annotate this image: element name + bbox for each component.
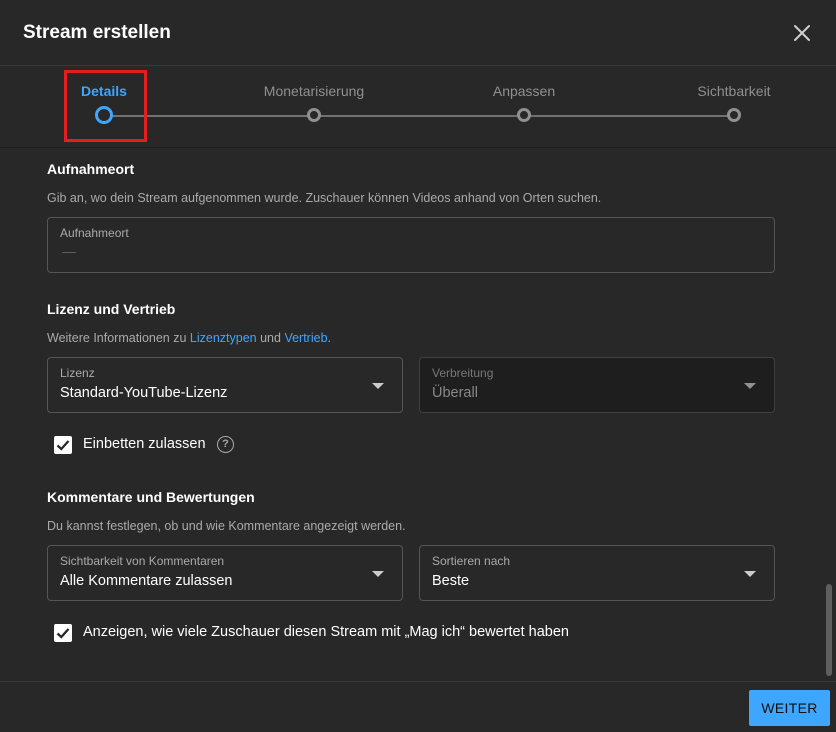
location-section-description: Gib an, wo dein Stream aufgenommen wurde… xyxy=(47,191,602,205)
license-select-label: Lizenz xyxy=(60,366,95,380)
step-label-monetization: Monetarisierung xyxy=(263,83,365,99)
step-monetization[interactable]: Monetarisierung xyxy=(234,66,394,136)
next-button[interactable]: WEITER xyxy=(749,690,830,726)
sort-by-label: Sortieren nach xyxy=(432,554,511,568)
comments-section-title: Kommentare und Bewertungen xyxy=(47,489,255,505)
stepper-line xyxy=(104,115,734,117)
dialog-title: Stream erstellen xyxy=(23,22,171,43)
distribution-select-label: Verbreitung xyxy=(432,366,494,380)
comment-visibility-select[interactable]: Sichtbarkeit von Kommentaren Alle Kommen… xyxy=(47,545,403,601)
caret-down-icon xyxy=(744,571,756,577)
close-button[interactable] xyxy=(790,21,814,45)
step-dot-customize xyxy=(517,108,531,122)
close-icon xyxy=(794,25,810,41)
step-customize[interactable]: Anpassen xyxy=(444,66,604,136)
embed-checkbox-label: Einbetten zulassen xyxy=(83,436,206,452)
distribution-link[interactable]: Vertrieb xyxy=(284,331,327,345)
caret-down-icon xyxy=(372,571,384,577)
progress-stepper: Details Monetarisierung Anpassen Sichtba… xyxy=(0,66,836,148)
step-label-visibility: Sichtbarkeit xyxy=(697,83,771,99)
show-likes-checkbox-label: Anzeigen, wie viele Zuschauer diesen Str… xyxy=(83,624,569,640)
comments-section-description: Du kannst festlegen, ob und wie Kommenta… xyxy=(47,519,406,533)
content-scrollbar[interactable] xyxy=(826,584,832,676)
license-select-value: Standard-YouTube-Lizenz xyxy=(60,385,228,401)
embed-checkbox[interactable] xyxy=(54,436,72,454)
comment-visibility-value: Alle Kommentare zulassen xyxy=(60,573,233,589)
step-visibility[interactable]: Sichtbarkeit xyxy=(654,66,814,136)
dialog-footer: WEITER xyxy=(0,681,836,732)
license-types-link[interactable]: Lizenztypen xyxy=(190,331,257,345)
step-dot-monetization xyxy=(307,108,321,122)
location-input[interactable]: Aufnahmeort — xyxy=(47,217,775,273)
highlight-box xyxy=(64,70,147,142)
location-input-value: — xyxy=(62,243,76,259)
license-section-title: Lizenz und Vertrieb xyxy=(47,301,176,317)
location-input-label: Aufnahmeort xyxy=(60,226,129,240)
license-desc-suffix: . xyxy=(327,331,332,345)
step-dot-visibility xyxy=(727,108,741,122)
step-label-customize: Anpassen xyxy=(492,83,556,99)
distribution-select-value: Überall xyxy=(432,385,478,401)
license-section-description: Weitere Informationen zu Lizenztypen und… xyxy=(47,331,331,345)
license-desc-and: und xyxy=(256,331,285,345)
distribution-select: Verbreitung Überall xyxy=(419,357,775,413)
sort-by-value: Beste xyxy=(432,573,470,589)
license-select[interactable]: Lizenz Standard-YouTube-Lizenz xyxy=(47,357,403,413)
help-circle-icon[interactable]: ? xyxy=(217,436,234,453)
dialog-header: Stream erstellen xyxy=(0,0,836,66)
sort-by-select[interactable]: Sortieren nach Beste xyxy=(419,545,775,601)
caret-down-icon xyxy=(372,383,384,389)
location-section-title: Aufnahmeort xyxy=(47,161,135,177)
checkmark-icon xyxy=(56,628,70,639)
show-likes-checkbox[interactable] xyxy=(54,624,72,642)
checkmark-icon xyxy=(56,440,70,451)
dialog-content: Aufnahmeort Gib an, wo dein Stream aufge… xyxy=(0,148,836,680)
license-desc-prefix: Weitere Informationen zu xyxy=(47,331,190,345)
comment-visibility-label: Sichtbarkeit von Kommentaren xyxy=(60,554,225,568)
create-stream-dialog: Stream erstellen Details Monetarisierung… xyxy=(0,0,836,732)
caret-down-icon xyxy=(744,383,756,389)
